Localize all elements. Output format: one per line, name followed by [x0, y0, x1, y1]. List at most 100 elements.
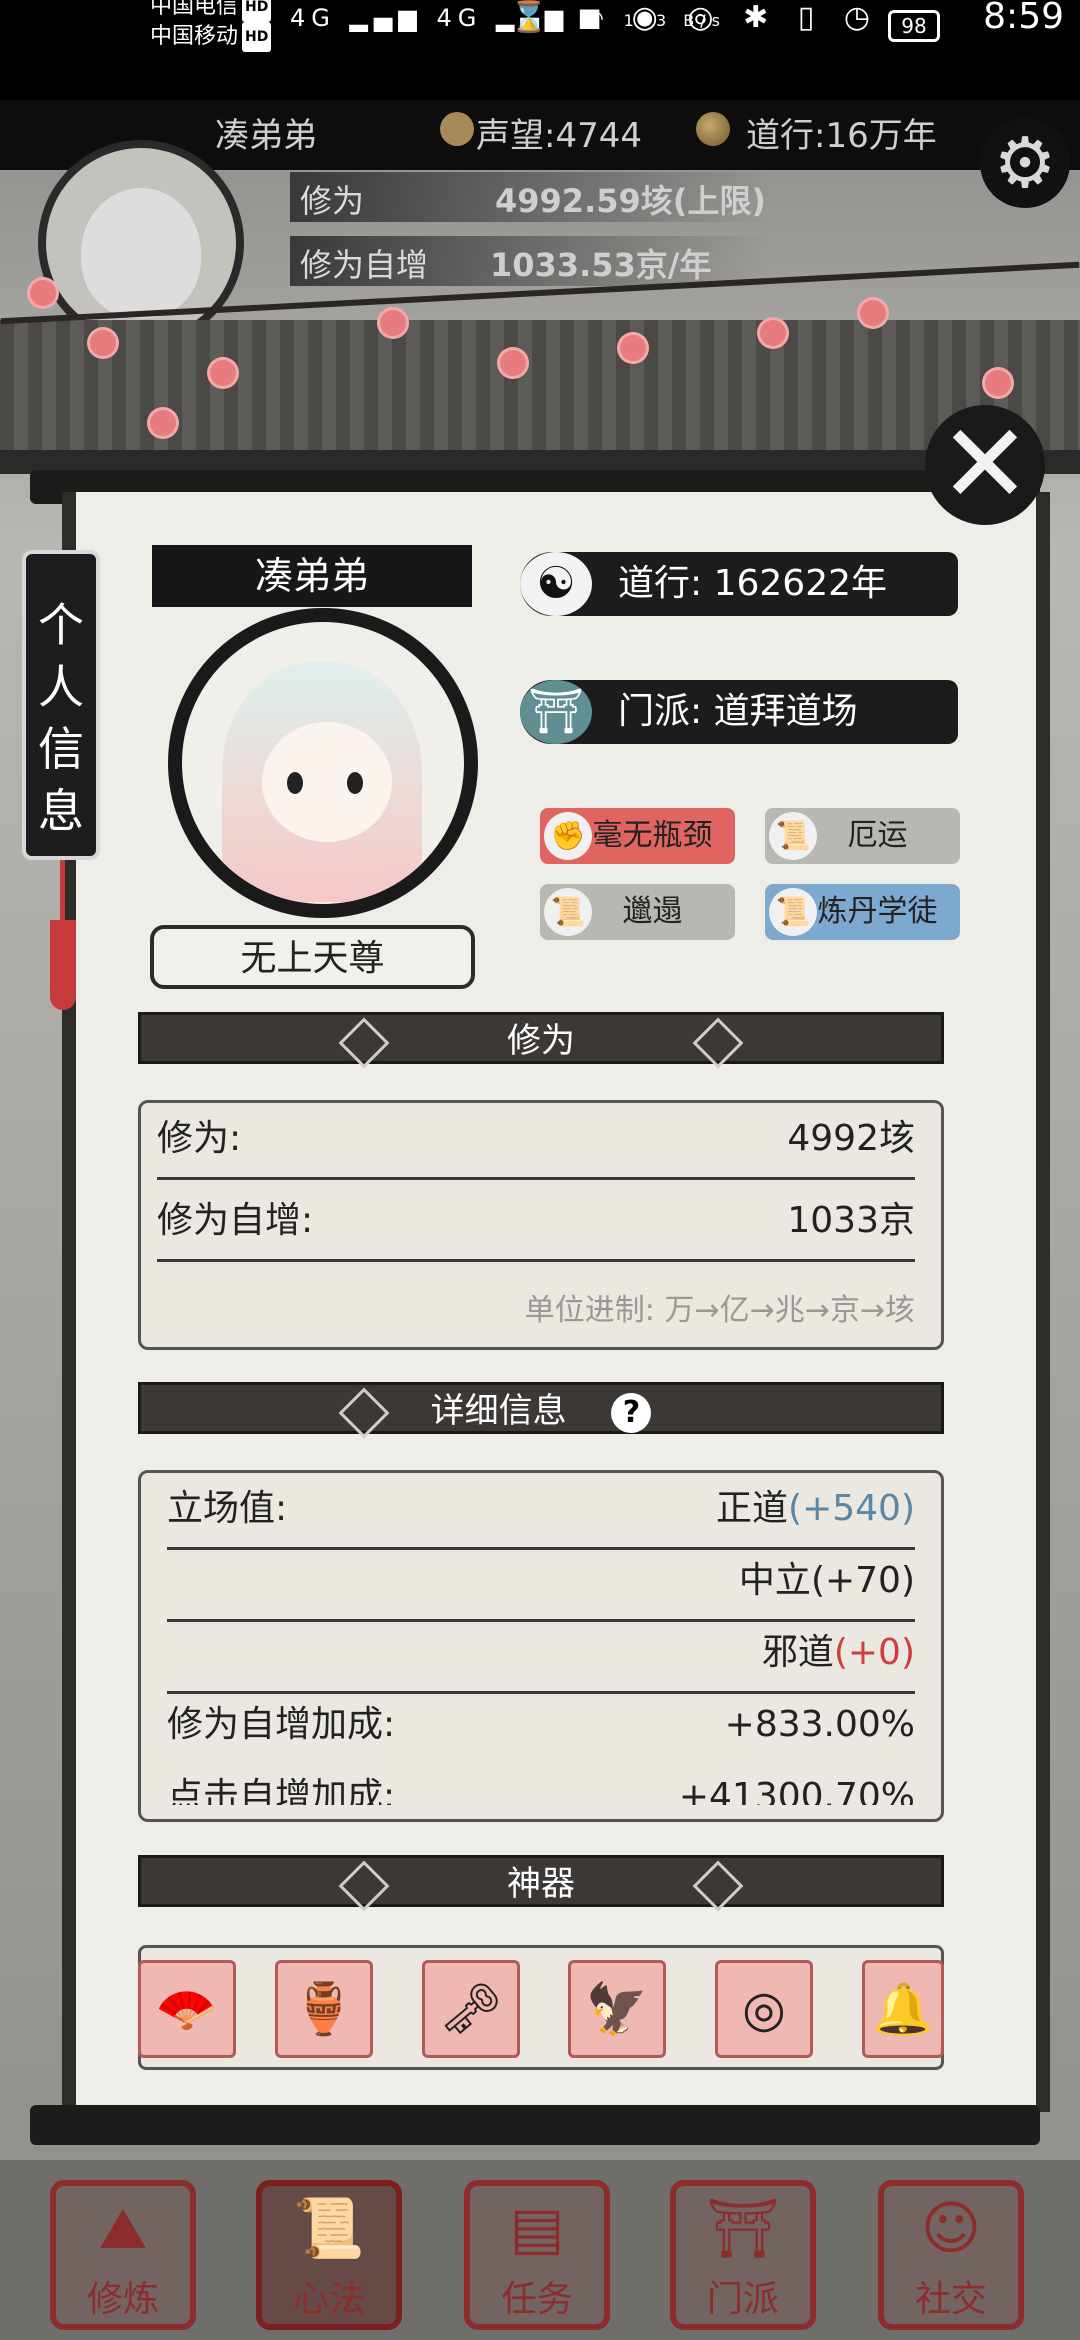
header-player-name: 凑弟弟 — [215, 116, 317, 156]
xiuwei-box: 修为: 4992垓 修为自增: 1033京 单位进制: 万→亿→兆→京→垓 — [138, 1100, 944, 1350]
gate-icon: ⛩ — [706, 2194, 780, 2262]
tassel-decoration — [50, 920, 76, 1010]
avatar-eye — [347, 772, 363, 794]
nav-social[interactable]: ☺ 社交 — [878, 2180, 1024, 2330]
carrier-2: 中国移动 — [150, 24, 239, 49]
nav-label: 任务 — [500, 2279, 573, 2320]
golden-claw-icon[interactable]: 🦅 — [568, 1960, 666, 2058]
section-title: 修为 — [507, 1021, 575, 1061]
nav-label: 门派 — [706, 2279, 779, 2320]
unit-note: 单位进制: 万→亿→兆→京→垓 — [524, 1293, 915, 1328]
row-value: 1033京 — [787, 1200, 915, 1241]
reputation-icon — [440, 112, 474, 146]
daoxing-pill: ☯ 道行: 162622年 — [520, 552, 958, 616]
xiuwei-section-header: 修为 — [138, 1012, 944, 1069]
tag-sloppy[interactable]: 📜 邋遢 — [540, 884, 735, 940]
plum-blossom — [90, 330, 116, 356]
carrier-info: 中国电信 HD 中国移动 HD — [150, 0, 272, 52]
plum-blossom — [30, 280, 56, 306]
plum-blossom — [620, 335, 646, 361]
header-xiuwei-row: 修为 4992.59垓(上限) — [290, 172, 790, 222]
bell-icon[interactable]: 🔔 — [862, 1960, 944, 2058]
help-question-icon[interactable]: ? — [611, 1392, 652, 1433]
profile-avatar[interactable] — [168, 608, 478, 918]
stance-row-evil: 邪道(+0) — [167, 1621, 915, 1694]
nav-label: 修炼 — [86, 2279, 159, 2320]
artifacts-row — [138, 1945, 944, 2070]
plum-blossom — [500, 350, 526, 376]
mirror-icon[interactable]: ◎ — [715, 1960, 813, 2058]
tag-no-bottleneck[interactable]: ✊ 毫无瓶颈 — [540, 808, 735, 864]
yin-yang-icon: ☯ — [520, 552, 592, 616]
plum-blossom — [150, 410, 176, 436]
scroll-icon: 📜 — [292, 2194, 366, 2262]
stance-value-neutral: 中立(+70) — [739, 1549, 915, 1613]
diamond-icon — [338, 1017, 390, 1069]
battery-icon: 98 — [888, 10, 940, 42]
side-tab-personal-info[interactable]: 个人信息 — [22, 550, 100, 860]
tag-label: 炼丹学徒 — [817, 894, 938, 929]
zizeng-row: 修为自增: 1033京 — [157, 1189, 915, 1262]
row-label: 修为: — [157, 1118, 242, 1159]
bonus-row: 修为自增加成: +833.00% — [167, 1693, 915, 1763]
row-value: 4992垓 — [787, 1118, 915, 1159]
tag-bad-luck[interactable]: 📜 厄运 — [765, 808, 960, 864]
diamond-icon — [692, 1860, 744, 1912]
artifacts-section-header: 神器 — [138, 1855, 944, 1912]
bonus-value: +833.00% — [724, 1704, 915, 1745]
header-zizeng-row: 修为自增 1033.53京/年 — [290, 236, 790, 286]
nav-mind-method[interactable]: 📜 心法 — [256, 2180, 402, 2330]
section-title: 详细信息 — [430, 1391, 567, 1431]
stance-value-righteous: 正道(+540) — [716, 1477, 915, 1541]
fan-icon[interactable]: 🪭 — [138, 1960, 236, 2058]
tag-label: 邋遢 — [622, 894, 683, 929]
row-label: 修为自增: — [157, 1200, 314, 1241]
tag-label: 毫无瓶颈 — [592, 818, 713, 853]
status-bar: 中国电信 HD 中国移动 HD 4G ▂▄▆ 4G ▂▄▆ ◠ 153 B/s ⌛ … — [0, 0, 1080, 60]
hd-badge: HD — [242, 22, 272, 52]
plum-blossom — [860, 300, 886, 326]
nav-label: 社交 — [914, 2279, 987, 2320]
avatar-face — [81, 188, 201, 318]
xiuwei-label: 修为 — [300, 182, 365, 220]
header-daoxing: 道行:16万年 — [746, 116, 937, 156]
task-icon: ▤ — [509, 2194, 565, 2262]
nav-cultivate[interactable]: ⛰ 修炼 — [50, 2180, 196, 2330]
system-icons: ⌛ ◼ ◉ ◎ ✱ ▯ ◷ — [510, 0, 880, 35]
stance-delta: (+0) — [833, 1632, 915, 1673]
sect-text: 门派: 道拜道场 — [618, 691, 858, 732]
diamond-icon — [692, 1017, 744, 1069]
stance-name: 中立 — [738, 1560, 811, 1601]
profile-name: 凑弟弟 — [152, 545, 472, 607]
stance-value-evil: 邪道(+0) — [762, 1621, 915, 1685]
network-type: 4G — [290, 4, 336, 32]
detail-box[interactable]: 立场值: 正道(+540) 中立(+70) 邪道(+0) 修为自增加成: +83… — [138, 1470, 944, 1822]
avatar-face — [262, 722, 392, 842]
xiuwei-value: 4992.59垓(上限) — [495, 182, 767, 220]
jade-seal-icon[interactable]: 🏺 — [275, 1960, 373, 2058]
network-type-2: 4G — [436, 4, 483, 32]
close-icon[interactable]: ✕ — [925, 405, 1045, 525]
nav-tasks[interactable]: ▤ 任务 — [464, 2180, 610, 2330]
settings-gear-icon[interactable]: ⚙ — [980, 118, 1070, 208]
sect-pill[interactable]: ⛩ 门派: 道拜道场 — [520, 680, 958, 744]
clock: 8:59 — [983, 0, 1064, 37]
stance-name: 邪道 — [761, 1632, 834, 1673]
stance-delta: (+540) — [788, 1488, 915, 1529]
tag-alchemy-apprentice[interactable]: 📜 炼丹学徒 — [765, 884, 960, 940]
stance-label: 立场值: — [167, 1488, 288, 1529]
mountain-icon: ⛰ — [98, 2194, 148, 2262]
avatar-eye — [287, 772, 303, 794]
temple-roof — [0, 320, 1080, 460]
detail-section-header: 详细信息 ? — [138, 1382, 944, 1439]
daoxing-text: 道行: 162622年 — [618, 563, 887, 604]
nav-label: 心法 — [292, 2279, 365, 2320]
tag-label: 厄运 — [847, 818, 908, 853]
tassel-cord — [60, 860, 65, 920]
section-title: 神器 — [507, 1864, 575, 1904]
nav-sect[interactable]: ⛩ 门派 — [670, 2180, 816, 2330]
tablet-icon[interactable]: 🗝 — [422, 1960, 520, 2058]
cut-off-row: 点击自增加成: +41300.70% — [167, 1765, 915, 1805]
plum-blossom — [210, 360, 236, 386]
temple-icon: ⛩ — [520, 680, 592, 744]
